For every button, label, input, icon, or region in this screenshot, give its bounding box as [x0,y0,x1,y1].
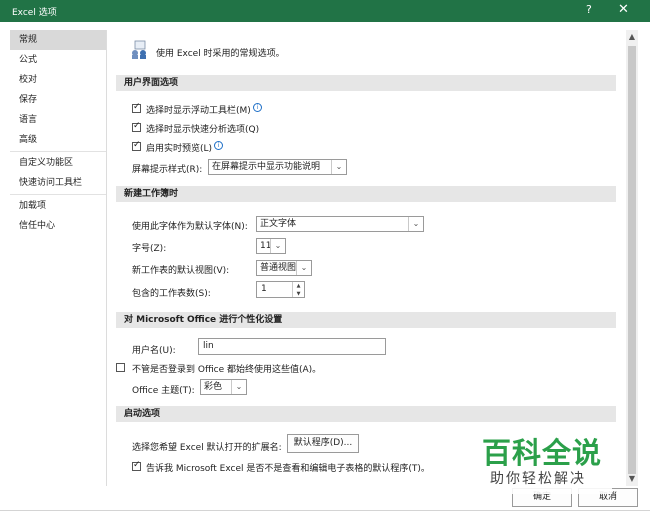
quick-analysis-label: 选择时显示快速分析选项(Q) [146,125,260,135]
sidebar-item-trust-center[interactable]: 信任中心 [10,216,106,236]
mini-toolbar-checkbox[interactable] [132,102,141,113]
screentip-style-value: 在屏幕提示中显示功能说明 [212,162,321,172]
default-font-value: 正文字体 [260,219,297,229]
screentip-style-select[interactable]: 在屏幕提示中显示功能说明 ⌄ [208,159,347,175]
chevron-down-icon: ⌄ [331,160,346,174]
chevron-down-icon: ⌄ [408,217,423,231]
spin-down-icon[interactable]: ▼ [293,290,304,298]
always-use-checkbox[interactable] [116,363,125,372]
office-theme-label: Office 主题(T): [132,386,195,396]
scroll-thumb[interactable] [628,46,636,474]
vertical-scrollbar[interactable]: ▲ ▼ [626,30,638,486]
section-new-workbook: 新建工作簿时 [116,186,616,202]
default-view-value: 普通视图 [260,263,297,273]
spin-buttons[interactable]: ▲ ▼ [292,282,304,297]
sheet-count-label: 包含的工作表数(S): [132,289,211,299]
default-view-label: 新工作表的默认视图(V): [132,266,230,276]
username-field[interactable]: lin [198,338,386,355]
live-preview-row: 启用实时预览(L) i [146,141,224,154]
spin-up-icon[interactable]: ▲ [293,282,304,290]
section-startup: 启动选项 [116,406,616,422]
close-button[interactable]: ✕ [618,2,629,17]
intro-text: 使用 Excel 时采用的常规选项。 [156,49,285,59]
chevron-down-icon: ⌄ [231,380,246,394]
sidebar-item-proofing[interactable]: 校对 [10,70,106,90]
font-size-select[interactable]: 11 ⌄ [256,238,286,254]
sheet-count-stepper[interactable]: 1 ▲ ▼ [256,281,305,298]
watermark-title: 百科全说 [482,436,603,470]
spreadsheet-background [0,510,650,524]
section-ui-options: 用户界面选项 [116,75,616,91]
scroll-down-icon[interactable]: ▼ [626,472,638,486]
sidebar-item-language[interactable]: 语言 [10,110,106,130]
sheet-count-value: 1 [261,284,267,294]
sidebar-item-add-ins[interactable]: 加载项 [10,196,106,216]
live-preview-label: 启用实时预览(L) [146,144,213,154]
font-size-label: 字号(Z): [132,244,167,254]
sidebar-item-save[interactable]: 保存 [10,90,106,110]
sidebar-item-quick-access-toolbar[interactable]: 快速访问工具栏 [10,173,106,193]
default-extensions-label: 选择您希望 Excel 默认打开的扩展名: [132,443,282,453]
watermark: 百科全说 助你轻松解决 [462,422,612,494]
sidebar-item-customize-ribbon[interactable]: 自定义功能区 [10,153,106,173]
tell-me-checkbox[interactable] [132,460,141,471]
chevron-down-icon: ⌄ [296,261,311,275]
watermark-subtitle: 助你轻松解决 [490,471,586,487]
info-icon[interactable]: i [214,141,224,150]
default-view-select[interactable]: 普通视图 ⌄ [256,260,312,276]
sidebar-item-advanced[interactable]: 高级 [10,130,106,150]
screentip-style-label: 屏幕提示样式(R): [132,165,203,175]
quick-analysis-checkbox[interactable] [132,121,141,132]
sidebar-item-general[interactable]: 常规 [10,30,106,50]
window-title: Excel 选项 [12,8,57,18]
default-programs-button[interactable]: 默认程序(D)... [287,434,359,453]
username-label: 用户名(U): [132,346,176,356]
office-theme-value: 彩色 [204,382,223,392]
default-font-select[interactable]: 正文字体 ⌄ [256,216,424,232]
tell-me-label: 告诉我 Microsoft Excel 是否不是查看和编辑电子表格的默认程序(T… [146,464,430,474]
sidebar-divider [10,151,106,152]
help-button[interactable]: ? [586,3,592,16]
info-icon[interactable]: i [252,103,262,112]
title-bar: Excel 选项 ? ✕ [0,0,650,22]
section-personalize: 对 Microsoft Office 进行个性化设置 [116,312,616,328]
always-use-label: 不管是否登录到 Office 都始终使用这些值(A)。 [132,365,322,375]
scroll-up-icon[interactable]: ▲ [626,30,638,44]
default-font-label: 使用此字体作为默认字体(N): [132,222,248,232]
options-sidebar: 常规 公式 校对 保存 语言 高级 自定义功能区 快速访问工具栏 加载项 信任中… [10,30,107,486]
office-theme-select[interactable]: 彩色 ⌄ [200,379,247,395]
mini-toolbar-row: 选择时显示浮动工具栏(M) i [146,103,262,116]
mini-toolbar-label: 选择时显示浮动工具栏(M) [146,106,251,116]
chevron-down-icon: ⌄ [270,239,285,253]
sidebar-divider [10,194,106,195]
live-preview-checkbox[interactable] [132,140,141,151]
sidebar-item-formulas[interactable]: 公式 [10,50,106,70]
username-value: lin [203,341,214,351]
options-content: 使用 Excel 时采用的常规选项。 用户界面选项 选择时显示浮动工具栏(M)i… [110,30,626,486]
general-options-icon [132,40,146,59]
